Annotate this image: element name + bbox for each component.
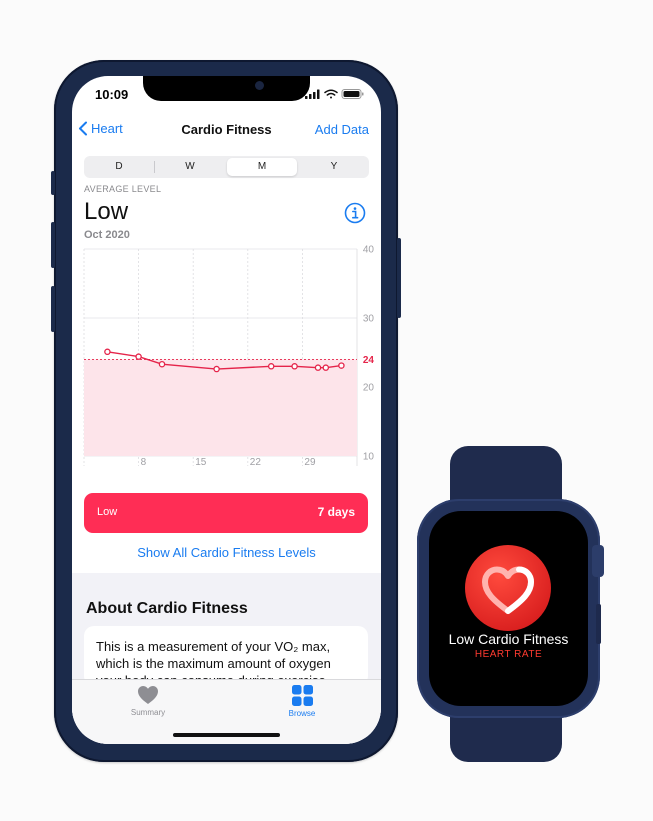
- segment-day[interactable]: D: [84, 156, 154, 178]
- low-level-band: [84, 359, 357, 456]
- notch: [143, 76, 310, 101]
- navigation-bar: Heart Cardio Fitness Add Data: [72, 116, 381, 146]
- data-point-8: [338, 362, 345, 369]
- segment-week[interactable]: W: [155, 156, 225, 178]
- x-tick-label-22: 22: [250, 457, 262, 468]
- level-low-bar[interactable]: Low 7 days: [84, 493, 368, 533]
- segment-month[interactable]: M: [227, 158, 297, 176]
- tab-summary[interactable]: Summary: [98, 685, 198, 717]
- watch-notification-title: Low Cardio Fitness: [448, 631, 569, 647]
- front-camera: [255, 81, 264, 90]
- digital-crown[interactable]: [592, 545, 604, 577]
- average-level-label: AVERAGE LEVEL: [84, 184, 162, 194]
- cellular-signal-icon: [305, 89, 320, 99]
- average-level-value: Low: [84, 198, 129, 225]
- side-button: [397, 238, 401, 318]
- data-point-4: [267, 363, 275, 370]
- watch-notification-subtitle: HEART RATE: [474, 649, 543, 660]
- segment-year[interactable]: Y: [299, 156, 369, 178]
- date-range-label: Oct 2020: [84, 229, 130, 241]
- x-tick-label-15: 15: [195, 457, 207, 468]
- y-tick-label-24: 24: [363, 355, 375, 366]
- about-card: This is a measurement of your VO₂ max, w…: [84, 626, 368, 686]
- data-point-0: [104, 348, 111, 356]
- y-tick-label-30: 30: [363, 314, 375, 325]
- phone-screen: 10:09 Heart Cardio Fitness Add Data D W …: [72, 76, 381, 744]
- show-all-levels-link[interactable]: Show All Cardio Fitness Levels: [72, 545, 381, 560]
- y-tick-label-40: 40: [363, 245, 375, 256]
- data-point-6: [314, 364, 322, 371]
- y-tick-label-10: 10: [363, 452, 375, 463]
- status-icons: [305, 89, 364, 99]
- x-tick-label-8: 8: [141, 457, 147, 468]
- tab-browse-label: Browse: [288, 709, 316, 718]
- tab-summary-label: Summary: [130, 708, 166, 717]
- status-time: 10:09: [95, 87, 129, 102]
- y-tick-label-20: 20: [363, 383, 375, 394]
- watch-side-button[interactable]: [596, 604, 601, 644]
- level-label: Low: [97, 506, 118, 518]
- info-icon[interactable]: [344, 202, 366, 224]
- battery-icon: [341, 89, 364, 99]
- heart-rate-app-icon: [465, 545, 551, 631]
- level-duration: 7 days: [317, 505, 355, 519]
- cardio-fitness-chart: 40 30 24 20 10 8 15 22 29: [83, 245, 375, 468]
- wifi-icon: [324, 89, 338, 99]
- about-title: About Cardio Fitness: [86, 600, 248, 617]
- data-point-1: [135, 353, 142, 360]
- add-data-button[interactable]: Add Data: [315, 122, 369, 137]
- x-tick-label-29: 29: [304, 457, 316, 468]
- grid-icon: [291, 685, 313, 706]
- tab-browse[interactable]: Browse: [252, 685, 352, 718]
- time-range-segmented-control: D W M Y: [84, 156, 369, 178]
- mute-switch: [51, 171, 55, 195]
- home-indicator[interactable]: [173, 733, 280, 737]
- volume-up-button: [51, 222, 55, 268]
- data-point-5: [291, 363, 298, 370]
- heart-icon: [138, 686, 158, 704]
- data-point-7: [322, 364, 330, 371]
- data-point-2: [158, 360, 166, 368]
- data-point-3: [213, 365, 220, 373]
- volume-down-button: [51, 286, 55, 332]
